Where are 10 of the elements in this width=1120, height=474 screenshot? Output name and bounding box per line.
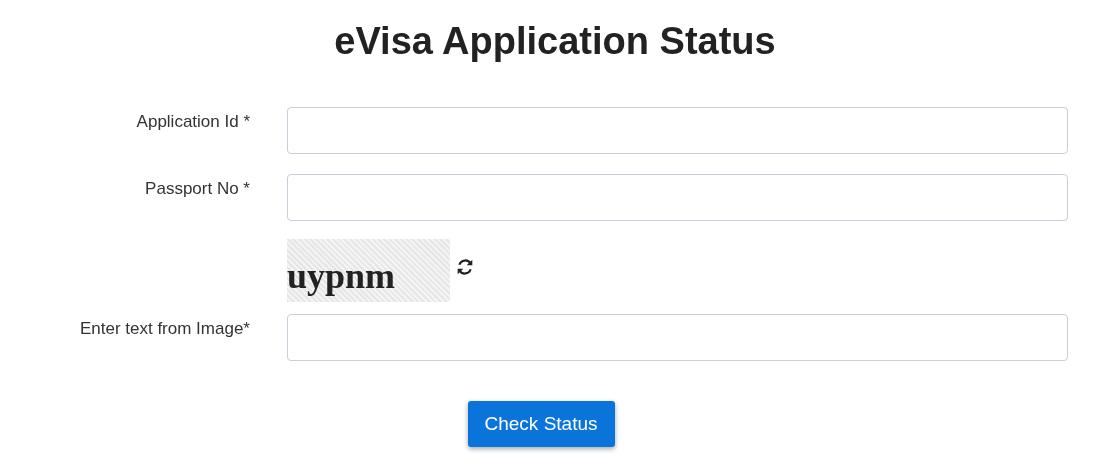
refresh-icon[interactable]	[456, 257, 474, 276]
field-label: Passport No *	[145, 179, 250, 198]
field-label: Application Id *	[136, 112, 250, 131]
input-field[interactable]	[287, 314, 1068, 361]
page-title: eVisa Application Status	[333, 20, 777, 63]
field-label: Enter text from Image*	[79, 319, 250, 338]
captcha-image: uypnm	[287, 239, 450, 302]
input-field[interactable]	[287, 174, 1068, 221]
input-field[interactable]	[287, 107, 1068, 154]
check-status-button[interactable]: Check Status	[467, 401, 615, 447]
